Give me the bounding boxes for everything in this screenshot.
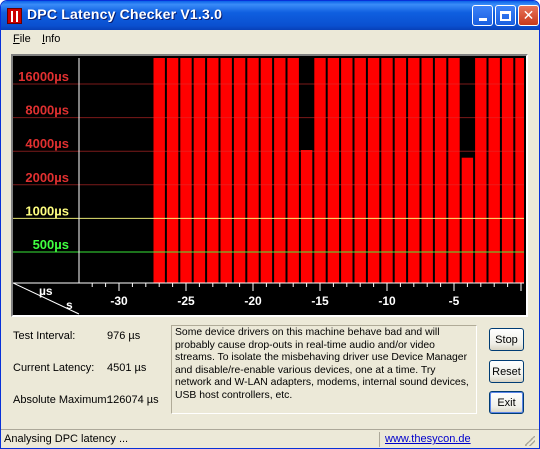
y-tick-label: 500µs [33, 237, 69, 252]
x-tick-label: -25 [177, 294, 195, 308]
close-icon: ✕ [522, 7, 535, 24]
exit-button[interactable]: Exit [489, 391, 524, 414]
latency-bar [515, 58, 524, 283]
y-tick-label: 1000µs [25, 203, 69, 218]
axis-unit-s: s [66, 298, 73, 312]
absolute-maximum-value: 126074 µs [107, 394, 159, 406]
latency-bar [421, 58, 433, 283]
close-button[interactable]: ✕ [518, 5, 539, 26]
latency-bar [314, 58, 326, 283]
latency-bar [300, 150, 313, 283]
latency-bar [287, 58, 299, 283]
latency-bar [501, 58, 514, 283]
latency-bar [233, 58, 246, 283]
latency-chart-svg: 16000µs 8000µs 4000µs 2000µs 1000µs 500µs µss -… [13, 56, 526, 315]
status-separator [379, 432, 380, 447]
latency-bar [381, 58, 393, 283]
website-link[interactable]: www.thesycon.de [385, 433, 471, 445]
x-tick-label: -10 [378, 294, 396, 308]
latency-bar [434, 58, 447, 283]
latency-bar [207, 58, 219, 283]
window-title: DPC Latency Checker V1.3.0 [27, 6, 223, 22]
latency-bar [408, 58, 420, 283]
test-interval-value: 976 µs [107, 330, 141, 342]
latency-bar [488, 58, 500, 283]
latency-bar [327, 58, 340, 283]
stop-button[interactable]: Stop [489, 328, 524, 351]
minimize-icon [478, 18, 487, 21]
absolute-maximum-label: Absolute Maximum: [13, 394, 110, 406]
latency-bar [367, 58, 380, 283]
latency-bar [475, 58, 487, 283]
y-tick-label: 16000µs [18, 69, 69, 84]
y-tick-label: 8000µs [25, 103, 69, 118]
latency-bar [193, 58, 206, 283]
latency-bar [341, 58, 353, 283]
latency-bar [166, 58, 179, 283]
test-interval-label: Test Interval: [13, 330, 76, 342]
menu-bar: File Info [1, 30, 539, 48]
latency-bar [220, 58, 232, 283]
latency-bar [260, 58, 273, 283]
menu-info[interactable]: Info [42, 33, 60, 45]
latency-bar [354, 58, 366, 283]
y-tick-label: 2000µs [25, 170, 69, 185]
latency-bar [274, 58, 286, 283]
y-tick-label: 4000µs [25, 136, 69, 151]
latency-chart: 16000µs 8000µs 4000µs 2000µs 1000µs 500µs µs s -… [11, 54, 528, 317]
x-tick-label: -5 [449, 294, 460, 308]
app-icon[interactable] [7, 8, 22, 24]
reset-button[interactable]: Reset [489, 360, 524, 383]
maximize-button[interactable] [495, 5, 516, 26]
description-text: Some device drivers on this machine beha… [171, 325, 477, 414]
latency-bar [394, 58, 407, 283]
x-tick-label: -15 [311, 294, 329, 308]
title-bar[interactable]: DPC Latency Checker V1.3.0 ✕ [1, 1, 539, 30]
menu-file[interactable]: File [13, 33, 31, 45]
current-latency-label: Current Latency: [13, 362, 95, 374]
x-tick-label: -30 [110, 294, 128, 308]
maximize-icon [500, 10, 511, 21]
x-tick-label: -20 [244, 294, 262, 308]
latency-bar [448, 58, 460, 283]
status-message: Analysing DPC latency ... [4, 433, 129, 445]
status-bar: Analysing DPC latency ... www.thesycon.d… [1, 429, 539, 448]
minimize-button[interactable] [472, 5, 493, 26]
current-latency-value: 4501 µs [107, 362, 147, 374]
latency-bar [180, 58, 192, 283]
app-window: DPC Latency Checker V1.3.0 ✕ File Info 1… [0, 0, 540, 449]
resize-grip-icon[interactable] [525, 436, 535, 446]
latency-bar [153, 58, 165, 283]
latency-bar [461, 157, 474, 283]
axis-unit-us: µs [39, 284, 53, 298]
latency-bar [247, 58, 259, 283]
